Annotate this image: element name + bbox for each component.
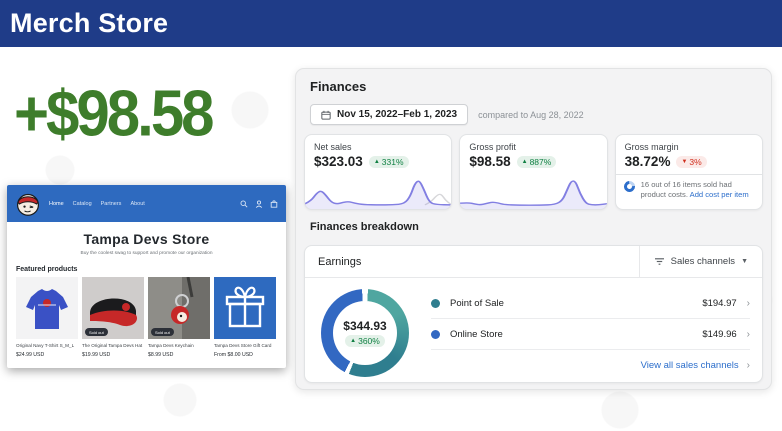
earnings-rows: Point of Sale $194.97 › Online Store $14… xyxy=(431,288,750,380)
view-all-row: View all sales channels › xyxy=(431,350,750,380)
product-title[interactable]: Original Navy T-Shirt S_M_L xyxy=(16,343,78,350)
legend-dot xyxy=(431,299,440,308)
net-sales-sparkline xyxy=(305,175,451,209)
gross-margin-card[interactable]: Gross margin 38.72% ▼3% 16 out of 16 ite… xyxy=(615,134,763,210)
product-price: $24.99 USD xyxy=(16,352,78,358)
view-all-sales-channels-link[interactable]: View all sales channels xyxy=(641,360,739,371)
product-title[interactable]: Tampa Devs Keychain xyxy=(148,343,210,350)
earnings-change-badge: ▲360% xyxy=(345,335,385,347)
donut-center: $344.93 ▲360% xyxy=(333,301,397,365)
channel-value: $194.97 xyxy=(702,298,736,309)
account-icon[interactable] xyxy=(255,200,263,208)
gross-profit-card[interactable]: Gross profit $98.58 ▲887% xyxy=(459,134,607,210)
cart-icon[interactable] xyxy=(270,200,278,208)
sales-channels-label: Sales channels xyxy=(671,256,735,267)
soldout-badge: Sold out xyxy=(85,328,108,336)
store-nav-link-catalog[interactable]: Catalog xyxy=(73,201,92,207)
change-badge: ▲887% xyxy=(517,156,557,168)
change-badge: ▲331% xyxy=(369,156,409,168)
earnings-card: Earnings Sales channels ▼ $344.93 xyxy=(304,245,763,383)
product-card-keychain[interactable]: Sold out Tampa Devs Keychain $8.99 USD xyxy=(148,277,210,358)
store-nav-link-home[interactable]: Home xyxy=(49,201,64,207)
metric-label: Gross profit xyxy=(469,142,597,152)
store-navbar: Home Catalog Partners About xyxy=(7,185,286,222)
product-image-hat: Sold out xyxy=(82,277,144,339)
featured-products-row: Original Navy T-Shirt S_M_L $24.99 USD S… xyxy=(7,277,286,358)
product-image-tshirt xyxy=(16,277,78,339)
sales-channels-dropdown[interactable]: Sales channels ▼ xyxy=(639,246,762,277)
arrow-down-icon: ▼ xyxy=(681,159,687,165)
earnings-row-pos[interactable]: Point of Sale $194.97 › xyxy=(431,288,750,319)
store-nav-link-about[interactable]: About xyxy=(130,201,144,207)
product-price: $8.99 USD xyxy=(148,352,210,358)
highlight-amount: +$98.58 xyxy=(14,76,212,151)
earnings-body: $344.93 ▲360% Point of Sale $194.97 › On… xyxy=(305,278,762,380)
store-screenshot: Home Catalog Partners About xyxy=(7,185,286,368)
store-logo[interactable] xyxy=(15,191,41,217)
page-title: Merch Store xyxy=(0,8,168,39)
header-bar: Merch Store xyxy=(0,0,782,47)
add-cost-link[interactable]: Add cost per item xyxy=(690,190,749,199)
calendar-icon xyxy=(321,110,331,120)
featured-products-label: Featured products xyxy=(7,256,286,277)
compared-to-label: compared to Aug 28, 2022 xyxy=(478,110,584,120)
product-image-keychain: Sold out xyxy=(148,277,210,339)
product-image-giftcard xyxy=(214,277,276,339)
product-title[interactable]: The Original Tampa Devs Hat xyxy=(82,343,144,350)
earnings-header: Earnings Sales channels ▼ xyxy=(305,246,762,278)
date-range-label: Nov 15, 2022–Feb 1, 2023 xyxy=(337,109,457,120)
product-card-tshirt[interactable]: Original Navy T-Shirt S_M_L $24.99 USD xyxy=(16,277,78,358)
finances-title: Finances xyxy=(296,69,771,94)
cost-note: 16 out of 16 items sold had product cost… xyxy=(616,174,762,200)
earnings-total: $344.93 xyxy=(343,319,386,333)
finances-breakdown-title: Finances breakdown xyxy=(296,210,771,233)
earnings-donut-chart: $344.93 ▲360% xyxy=(321,289,409,377)
product-price: From $8.00 USD xyxy=(214,352,276,358)
date-row: Nov 15, 2022–Feb 1, 2023 compared to Aug… xyxy=(310,104,771,125)
channel-label: Online Store xyxy=(450,329,702,340)
metric-value: $98.58 xyxy=(469,154,510,169)
arrow-up-icon: ▲ xyxy=(522,159,528,165)
earnings-row-online[interactable]: Online Store $149.96 › xyxy=(431,319,750,350)
filter-icon xyxy=(654,257,665,266)
channel-value: $149.96 xyxy=(702,329,736,340)
store-hero: Tampa Devs Store Buy the coolest swag to… xyxy=(7,222,286,256)
product-card-giftcard[interactable]: Tampa Devs Store Gift Card From $8.00 US… xyxy=(214,277,276,358)
metric-cards-row: Net sales $323.03 ▲331% Gross profit $98… xyxy=(304,134,763,210)
gift-icon xyxy=(214,277,276,339)
finances-panel: Finances Nov 15, 2022–Feb 1, 2023 compar… xyxy=(295,68,772,390)
product-title[interactable]: Tampa Devs Store Gift Card xyxy=(214,343,276,350)
slide: Merch Store +$98.58 Home Catalog Partner… xyxy=(0,0,782,431)
metric-value: $323.03 xyxy=(314,154,363,169)
chevron-down-icon: ▼ xyxy=(741,258,748,265)
product-card-hat[interactable]: Sold out The Original Tampa Devs Hat $19… xyxy=(82,277,144,358)
store-title: Tampa Devs Store xyxy=(7,231,286,247)
store-nav-links: Home Catalog Partners About xyxy=(49,201,145,207)
chevron-right-icon: › xyxy=(747,298,750,309)
chevron-right-icon: › xyxy=(747,329,750,340)
legend-dot xyxy=(431,330,440,339)
chevron-right-icon: › xyxy=(747,360,750,371)
net-sales-card[interactable]: Net sales $323.03 ▲331% xyxy=(304,134,452,210)
arrow-up-icon: ▲ xyxy=(350,338,356,344)
product-price: $19.99 USD xyxy=(82,352,144,358)
store-nav-link-partners[interactable]: Partners xyxy=(101,201,122,207)
gross-profit-sparkline xyxy=(460,175,606,209)
change-badge: ▼3% xyxy=(676,156,706,168)
store-nav-icons xyxy=(240,200,278,208)
search-icon[interactable] xyxy=(240,200,248,208)
progress-ring-icon xyxy=(621,179,636,194)
metric-label: Net sales xyxy=(314,142,442,152)
earnings-title: Earnings xyxy=(305,256,639,268)
channel-label: Point of Sale xyxy=(450,298,702,309)
date-range-button[interactable]: Nov 15, 2022–Feb 1, 2023 xyxy=(310,104,468,125)
soldout-badge: Sold out xyxy=(151,328,174,336)
arrow-up-icon: ▲ xyxy=(374,159,380,165)
metric-label: Gross margin xyxy=(625,142,753,152)
metric-value: 38.72% xyxy=(625,154,671,169)
